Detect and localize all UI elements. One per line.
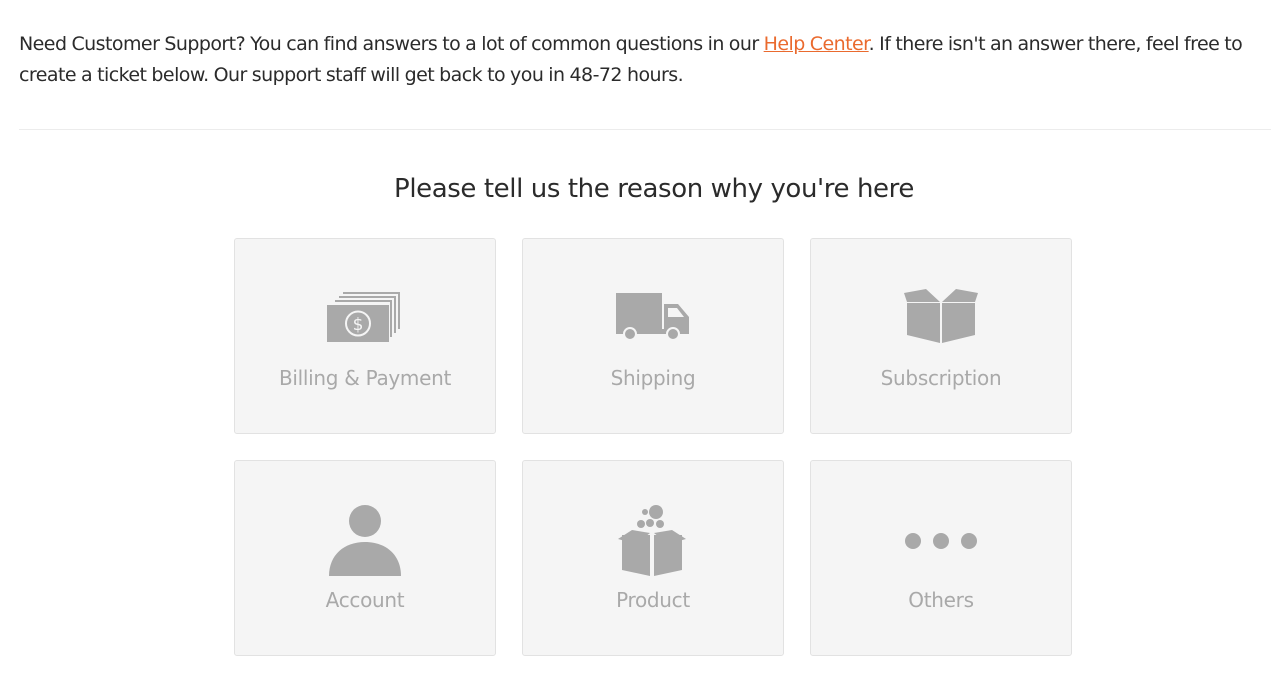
card-label: Account <box>325 588 405 612</box>
card-subscription[interactable]: Subscription <box>810 238 1072 434</box>
intro-text: Need Customer Support? You can find answ… <box>19 29 1269 91</box>
divider <box>19 129 1271 130</box>
card-label: Others <box>908 588 974 612</box>
more-icon <box>811 503 1071 579</box>
card-label: Subscription <box>880 366 1002 390</box>
reason-heading: Please tell us the reason why you're her… <box>394 174 914 204</box>
money-icon: $ <box>235 289 495 345</box>
svg-text:$: $ <box>353 315 364 335</box>
box-icon <box>811 289 1071 345</box>
card-product[interactable]: Product <box>522 460 784 656</box>
product-box-icon <box>523 503 783 579</box>
card-billing-payment[interactable]: $ Billing & Payment <box>234 238 496 434</box>
truck-icon <box>523 289 783 345</box>
card-shipping[interactable]: Shipping <box>522 238 784 434</box>
card-label: Billing & Payment <box>278 366 452 390</box>
card-label: Product <box>616 588 690 612</box>
card-account[interactable]: Account <box>234 460 496 656</box>
user-icon <box>235 503 495 579</box>
intro-text-before: Need Customer Support? You can find answ… <box>19 33 764 55</box>
card-label: Shipping <box>610 366 696 390</box>
card-others[interactable]: Others <box>810 460 1072 656</box>
help-center-link[interactable]: Help Center <box>764 33 870 55</box>
